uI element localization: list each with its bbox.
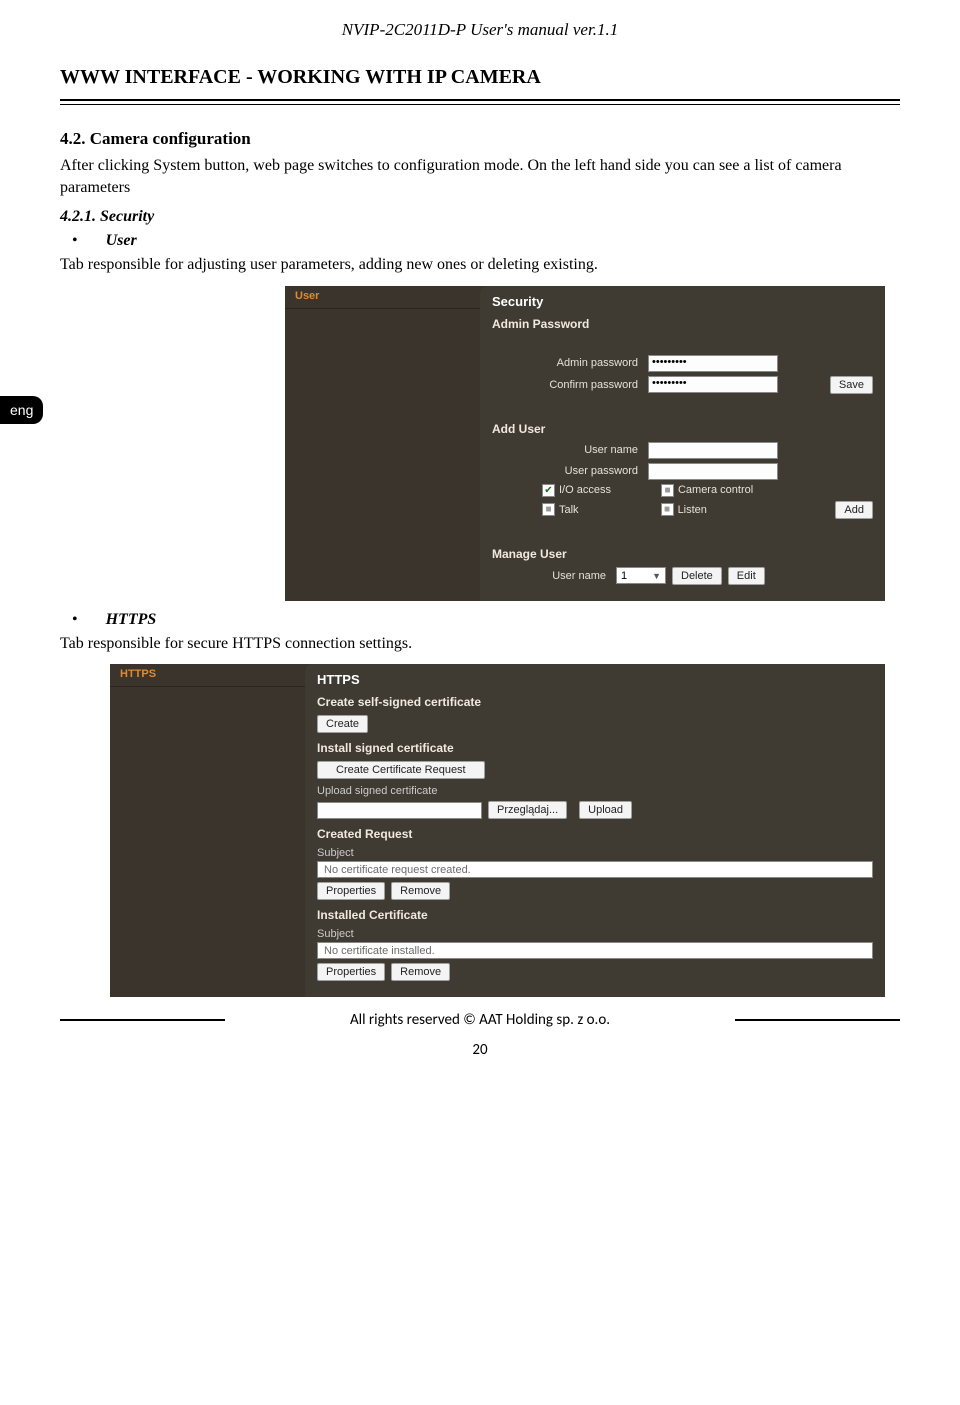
upload-file-input[interactable]	[317, 802, 482, 819]
subsection-4-2-1: 4.2.1. Security	[60, 208, 900, 226]
footer-copyright: All rights reserved © AAT Holding sp. z …	[243, 1011, 717, 1029]
talk-checkbox[interactable]: ■	[542, 503, 555, 516]
browse-button[interactable]: Przeglądaj...	[488, 801, 567, 819]
user-password-input[interactable]	[648, 463, 778, 480]
delete-button[interactable]: Delete	[672, 567, 722, 585]
group-created-request: Created Request	[317, 827, 873, 841]
sidebar-item-user[interactable]: User	[285, 286, 480, 309]
user-select-value: 1	[621, 570, 627, 582]
label-subject-request: Subject	[317, 847, 873, 859]
created-request-readonly: No certificate request created.	[317, 861, 873, 878]
confirm-password-input[interactable]: •••••••••	[648, 376, 778, 393]
label-subject-cert: Subject	[317, 928, 873, 940]
properties-cert-button[interactable]: Properties	[317, 963, 385, 981]
io-access-checkbox[interactable]: ✔	[542, 484, 555, 497]
save-button[interactable]: Save	[830, 376, 873, 394]
bullet-dot-icon: •	[72, 612, 78, 628]
upload-button[interactable]: Upload	[579, 801, 632, 819]
sidebar-item-https[interactable]: HTTPS	[110, 664, 305, 687]
group-create-self-signed: Create self-signed certificate	[317, 695, 873, 709]
remove-request-button[interactable]: Remove	[391, 882, 450, 900]
camera-control-label: Camera control	[678, 484, 753, 496]
label-user-name: User name	[492, 444, 642, 456]
bullet-user: • User	[60, 232, 900, 250]
user-name-input[interactable]	[648, 442, 778, 459]
bullet-https: • HTTPS	[60, 611, 900, 629]
paragraph-user-tab: Tab responsible for adjusting user param…	[60, 254, 900, 276]
admin-password-input[interactable]: •••••••••	[648, 355, 778, 372]
section-heading: WWW INTERFACE - WORKING WITH IP CAMERA	[60, 66, 900, 89]
screenshot-security-user: User Security Admin Password Admin passw…	[285, 286, 885, 601]
camera-control-checkbox[interactable]: ■	[661, 484, 674, 497]
listen-label: Listen	[678, 504, 707, 516]
label-user-password: User password	[492, 465, 642, 477]
group-manage-user: Manage User	[492, 547, 873, 561]
footer-rule-left	[60, 1019, 225, 1021]
paragraph-intro: After clicking System button, web page s…	[60, 155, 900, 198]
group-install-signed: Install signed certificate	[317, 741, 873, 755]
group-add-user: Add User	[492, 422, 873, 436]
screenshot-https: HTTPS HTTPS Create self-signed certifica…	[110, 664, 885, 997]
installed-cert-readonly: No certificate installed.	[317, 942, 873, 959]
bullet-https-label: HTTPS	[106, 611, 157, 629]
talk-label: Talk	[559, 504, 579, 516]
heading-rule	[60, 99, 900, 105]
user-select[interactable]: 1 ▼	[616, 567, 666, 584]
remove-cert-button[interactable]: Remove	[391, 963, 450, 981]
subsection-4-2: 4.2. Camera configuration	[60, 129, 900, 149]
language-tab: eng	[0, 396, 43, 424]
footer-rule-right	[735, 1019, 900, 1021]
panel-title-https: HTTPS	[317, 672, 873, 687]
group-installed-certificate: Installed Certificate	[317, 908, 873, 922]
label-confirm-password: Confirm password	[492, 379, 642, 391]
bullet-user-label: User	[106, 232, 137, 250]
create-cert-request-button[interactable]: Create Certificate Request	[317, 761, 485, 779]
listen-checkbox[interactable]: ■	[661, 503, 674, 516]
chevron-down-icon: ▼	[652, 571, 661, 581]
add-button[interactable]: Add	[835, 501, 873, 519]
paragraph-https-tab: Tab responsible for secure HTTPS connect…	[60, 633, 900, 655]
io-access-label: I/O access	[559, 484, 611, 496]
edit-button[interactable]: Edit	[728, 567, 765, 585]
running-header: NVIP-2C2011D-P User's manual ver.1.1	[60, 20, 900, 40]
page-number: 20	[60, 1041, 900, 1059]
bullet-dot-icon: •	[72, 233, 78, 249]
properties-request-button[interactable]: Properties	[317, 882, 385, 900]
panel-title-security: Security	[492, 294, 873, 309]
create-button[interactable]: Create	[317, 715, 368, 733]
label-admin-password: Admin password	[492, 357, 642, 369]
group-admin-password: Admin Password	[492, 317, 873, 331]
label-upload-signed: Upload signed certificate	[317, 785, 873, 797]
label-manage-user-name: User name	[492, 570, 610, 582]
